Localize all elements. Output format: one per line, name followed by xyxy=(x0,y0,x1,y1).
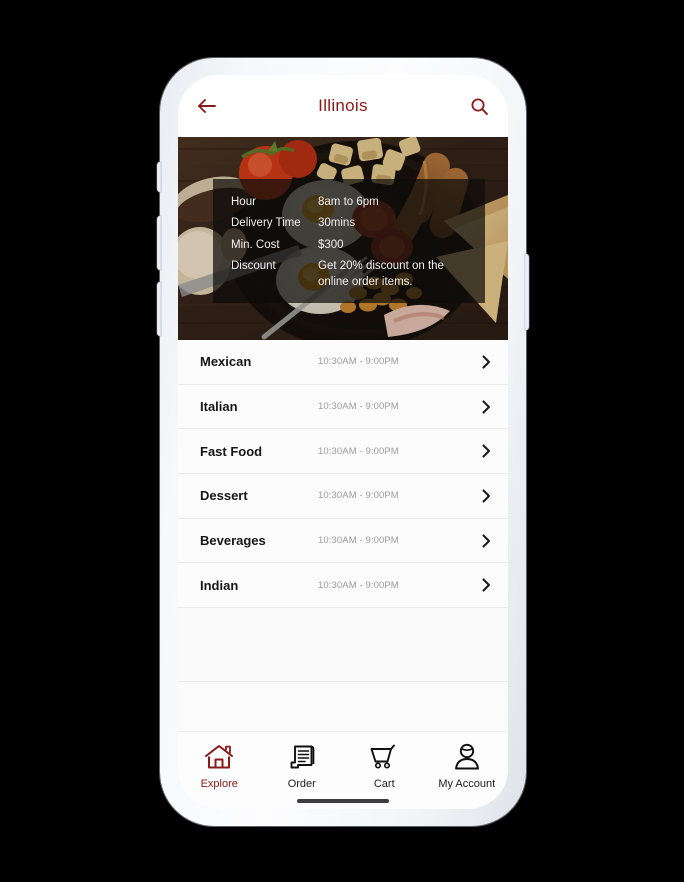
chevron-right-icon xyxy=(478,534,494,548)
user-icon xyxy=(453,742,481,772)
volume-down-button[interactable] xyxy=(157,282,161,336)
cart-icon xyxy=(369,742,399,772)
info-row-min-cost: Min. Cost $300 xyxy=(231,237,485,253)
tab-explore[interactable]: Explore xyxy=(178,742,261,790)
category-row-indian[interactable]: Indian 10:30AM - 9:00PM xyxy=(178,563,508,609)
tab-label: Explore xyxy=(200,778,238,790)
info-label-delivery-time: Delivery Time xyxy=(231,217,301,230)
page-title: Illinois xyxy=(318,96,368,115)
tab-cart[interactable]: Cart xyxy=(343,742,426,790)
category-row-fast-food[interactable]: Fast Food 10:30AM - 9:00PM xyxy=(178,429,508,475)
app-header: Illinois xyxy=(178,75,508,137)
category-name: Dessert xyxy=(200,488,248,504)
category-name: Indian xyxy=(200,577,239,593)
chevron-right-icon xyxy=(478,444,494,458)
category-hours: 10:30AM - 9:00PM xyxy=(318,490,399,502)
category-hours: 10:30AM - 9:00PM xyxy=(318,445,399,457)
power-button[interactable] xyxy=(525,254,529,330)
chevron-right-icon xyxy=(478,355,494,369)
info-value-discount: Get 20% discount on the online order ite… xyxy=(318,259,444,289)
info-label-min-cost: Min. Cost xyxy=(231,238,280,251)
home-icon xyxy=(204,742,234,772)
tab-label: My Account xyxy=(438,778,496,790)
info-label-hour: Hour xyxy=(231,196,256,208)
app-screen: Illinois Hour 8am to 6pm Delivery Time 3… xyxy=(178,75,508,809)
search-button[interactable] xyxy=(466,93,492,119)
restaurant-hero-banner: Hour 8am to 6pm Delivery Time 30mins Min… xyxy=(178,137,508,340)
category-row-dessert[interactable]: Dessert 10:30AM - 9:00PM xyxy=(178,474,508,519)
chevron-right-icon xyxy=(478,489,494,503)
receipt-icon xyxy=(289,742,315,772)
chevron-right-icon xyxy=(478,399,494,414)
info-row-delivery-time: Delivery Time 30mins xyxy=(231,215,485,231)
phone-device-frame: Illinois Hour 8am to 6pm Delivery Time 3… xyxy=(157,58,529,826)
tab-label: Cart xyxy=(373,778,395,790)
category-row-italian[interactable]: Italian 10:30AM - 9:00PM xyxy=(178,384,508,430)
tab-order[interactable]: Order xyxy=(261,742,344,790)
silent-switch-button[interactable] xyxy=(157,162,161,192)
category-hours: 10:30AM - 9:00PM xyxy=(318,401,399,413)
category-name: Fast Food xyxy=(200,443,263,459)
category-name: Mexican xyxy=(200,354,252,370)
info-value-min-cost: $300 xyxy=(318,238,344,251)
category-list: Mexican 10:30AM - 9:00PM Italian 10:30AM… xyxy=(178,340,508,731)
info-row-hour: Hour 8am to 6pm xyxy=(231,194,485,210)
info-value-delivery-time: 30mins xyxy=(318,217,356,230)
restaurant-info-overlay: Hour 8am to 6pm Delivery Time 30mins Min… xyxy=(213,179,485,303)
home-indicator-bar xyxy=(297,799,389,803)
search-icon xyxy=(471,98,488,115)
info-value-hour: 8am to 6pm xyxy=(318,196,379,208)
category-name: Italian xyxy=(200,399,238,415)
category-hours: 10:30AM - 9:00PM xyxy=(318,579,399,591)
chevron-right-icon xyxy=(478,578,494,592)
phone-screen-bezel: Illinois Hour 8am to 6pm Delivery Time 3… xyxy=(178,75,508,809)
category-hours: 10:30AM - 9:00PM xyxy=(318,356,399,368)
screenshot-stage: Illinois Hour 8am to 6pm Delivery Time 3… xyxy=(0,0,684,882)
category-list-empty-area xyxy=(178,608,508,683)
category-row-beverages[interactable]: Beverages 10:30AM - 9:00PM xyxy=(178,518,508,564)
bottom-tab-bar: Explore Order Cart My Account xyxy=(178,731,508,809)
tab-my-account[interactable]: My Account xyxy=(426,742,509,790)
category-name: Beverages xyxy=(200,533,266,549)
tab-label: Order xyxy=(287,778,316,790)
volume-up-button[interactable] xyxy=(157,216,161,270)
back-button[interactable] xyxy=(194,93,220,119)
category-row-mexican[interactable]: Mexican 10:30AM - 9:00PM xyxy=(178,340,508,385)
arrow-left-icon xyxy=(198,99,216,113)
info-label-discount: Discount xyxy=(231,259,276,272)
info-row-discount: Discount Get 20% discount on the online … xyxy=(231,258,485,291)
category-hours: 10:30AM - 9:00PM xyxy=(318,535,399,547)
